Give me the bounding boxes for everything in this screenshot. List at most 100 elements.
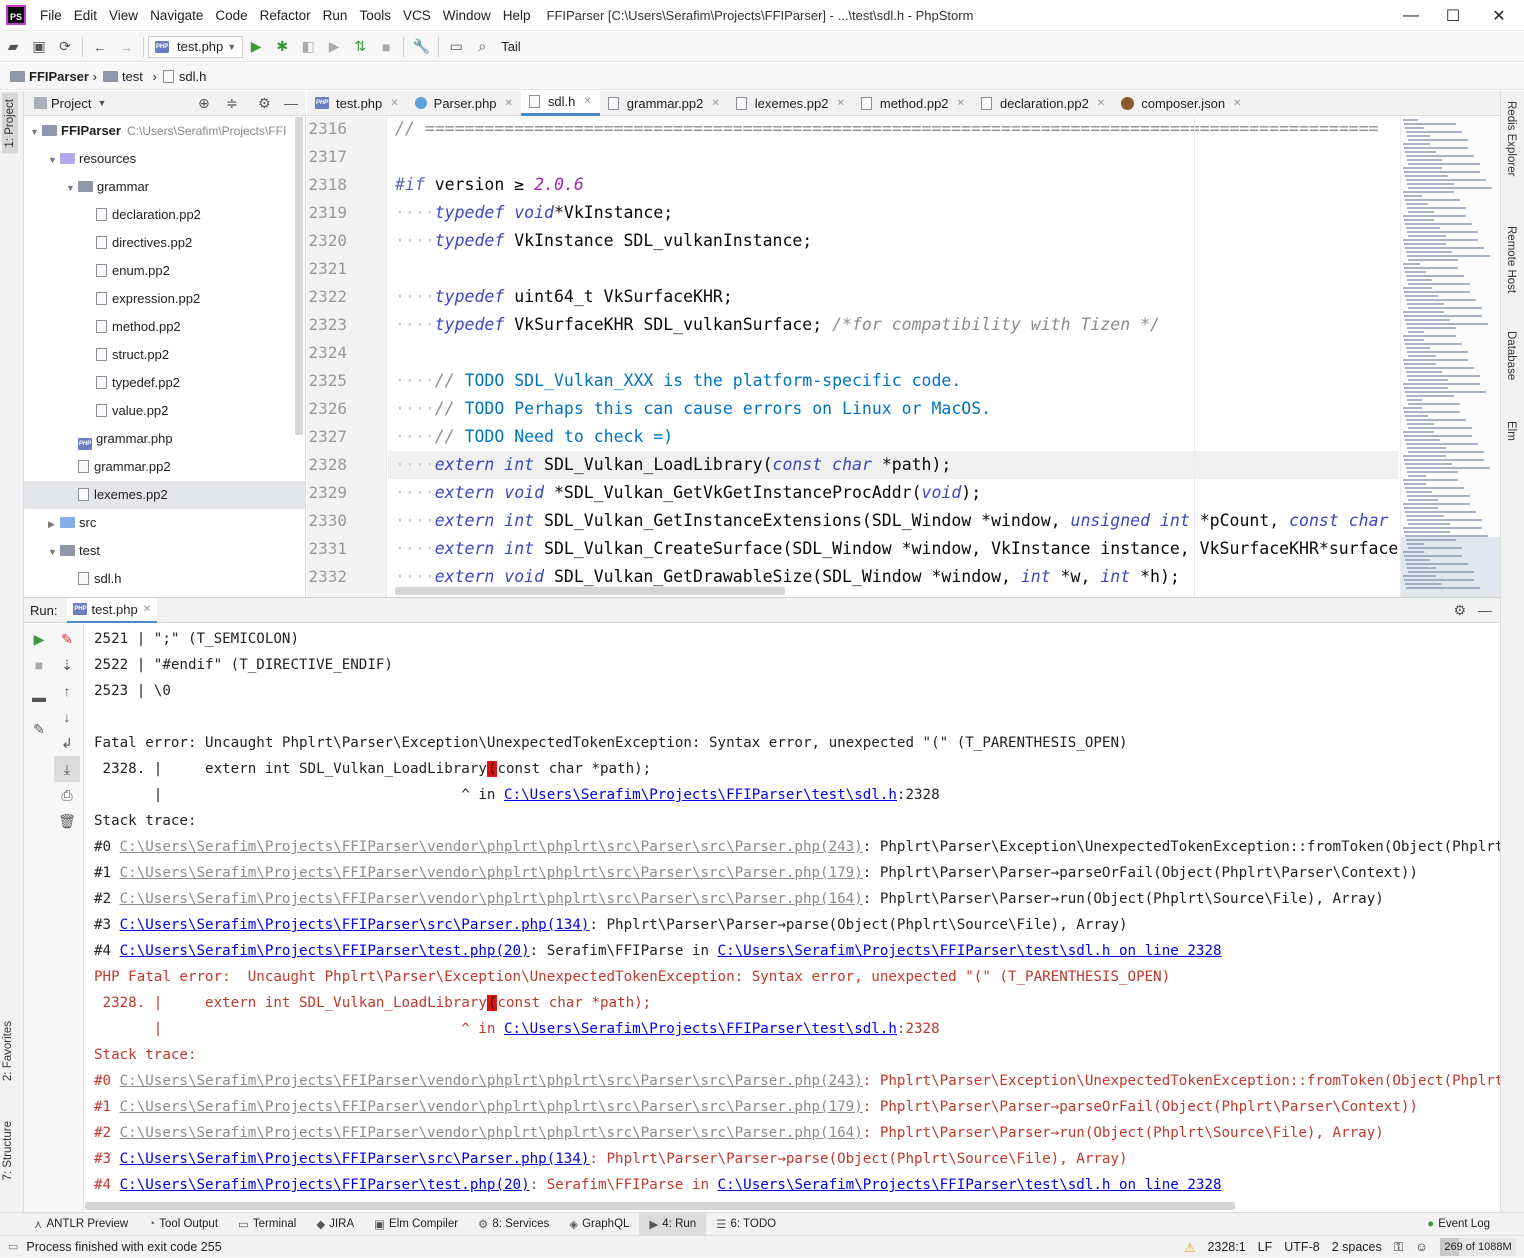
debug-icon[interactable]: ✱ [269, 34, 295, 60]
chevron-down-icon[interactable]: ▼ [48, 146, 60, 174]
tree-item[interactable]: sdl.h [24, 565, 305, 593]
sync-icon[interactable]: ⟳ [52, 34, 78, 60]
attach-icon[interactable]: ⇅ [347, 34, 373, 60]
tree-item[interactable]: PHP grammar.php [24, 425, 305, 453]
tree-item[interactable]: struct.pp2 [24, 341, 305, 369]
stop-icon[interactable]: ■ [26, 652, 52, 678]
console-link[interactable]: C:\Users\Serafim\Projects\FFIParser\test… [120, 943, 530, 959]
inspector-icon[interactable]: ☺ [1415, 1240, 1428, 1254]
console-link[interactable]: C:\Users\Serafim\Projects\FFIParser\test… [120, 1177, 530, 1193]
console-link[interactable]: C:\Users\Serafim\Projects\FFIParser\src\… [120, 1151, 590, 1167]
menu-item-tools[interactable]: Tools [353, 0, 397, 31]
tab-composer-json[interactable]: composer.json ✕ [1113, 91, 1249, 116]
tool-window-antlr-preview[interactable]: ⋏ ANTLR Preview [24, 1217, 138, 1231]
tab-run-test-php[interactable]: PHP test.php ✕ [67, 597, 158, 623]
tab-project[interactable]: 1: Project [2, 93, 18, 154]
menu-item-help[interactable]: Help [497, 0, 537, 31]
save-icon[interactable]: ▣ [26, 34, 52, 60]
run-configuration-select[interactable]: PHP test.php ▼ [148, 35, 244, 58]
console-link-library[interactable]: C:\Users\Serafim\Projects\FFIParser\vend… [120, 1099, 863, 1115]
tree-item[interactable]: ▼ grammar [24, 173, 305, 201]
close-tab-icon[interactable]: ✕ [1233, 98, 1241, 109]
tree-item[interactable]: ▶ src [24, 509, 305, 538]
tree-item[interactable]: enum.pp2 [24, 257, 305, 285]
chevron-right-icon[interactable]: ▶ [48, 510, 60, 538]
project-view-select[interactable]: Project [51, 96, 91, 111]
code-minimap[interactable] [1400, 117, 1500, 597]
breadcrumb-item-test[interactable]: test › [102, 69, 157, 84]
console-link[interactable]: C:\Users\Serafim\Projects\FFIParser\test… [504, 787, 897, 803]
pin-icon[interactable]: ✎ [26, 716, 52, 742]
tree-item[interactable]: ▼ FFIParser C:\Users\Serafim\Projects\FFI [24, 117, 305, 146]
console-link[interactable]: C:\Users\Serafim\Projects\FFIParser\test… [718, 1177, 1222, 1193]
close-button[interactable]: ✕ [1476, 0, 1522, 31]
back-icon[interactable]: ← [87, 34, 113, 60]
breadcrumb-item-file[interactable]: sdl.h [162, 69, 212, 84]
open-folder-icon[interactable]: ▰ [0, 34, 26, 60]
console-horizontal-scrollbar[interactable] [85, 1202, 1235, 1210]
tree-item[interactable]: directives.pp2 [24, 229, 305, 257]
menu-item-vcs[interactable]: VCS [397, 0, 437, 31]
tree-item[interactable]: method.pp2 [24, 313, 305, 341]
tab-method-pp2[interactable]: method.pp2 ✕ [853, 91, 973, 116]
event-log-button[interactable]: ● Event Log [1417, 1218, 1500, 1230]
hide-panel-icon[interactable]: — [1478, 602, 1492, 618]
tree-item[interactable]: lexemes.pp2 [24, 481, 305, 509]
tab-favorites[interactable]: 2: Favorites [2, 1021, 14, 1081]
locate-icon[interactable]: ⊕ [198, 95, 210, 112]
tool-window-graphql[interactable]: ◈ GraphQL [559, 1217, 639, 1231]
tree-item[interactable]: ▼ test [24, 537, 305, 565]
tab-database[interactable]: Database [1505, 331, 1517, 380]
tool-window-elm-compiler[interactable]: ▣ Elm Compiler [364, 1217, 468, 1231]
tab-grammar-pp2[interactable]: grammar.pp2 ✕ [600, 91, 728, 116]
tree-item[interactable]: ▼ resources [24, 145, 305, 174]
tab-parser-php[interactable]: Parser.php ✕ [407, 91, 521, 116]
tree-item[interactable]: typedef.pp2 [24, 369, 305, 397]
cursor-position[interactable]: 2328:1 [1207, 1240, 1245, 1254]
chevron-down-icon[interactable]: ▼ [30, 118, 42, 146]
terminal-icon[interactable]: ▭ [443, 34, 469, 60]
down-arrow-icon[interactable]: ↓ [54, 704, 80, 730]
tail-button[interactable]: Tail [501, 39, 521, 54]
chevron-down-icon[interactable]: ▼ [97, 98, 106, 108]
close-tab-icon[interactable]: ✕ [1097, 98, 1105, 109]
collapse-all-icon[interactable]: ≑ [226, 95, 238, 112]
warning-icon[interactable]: ⚠ [1184, 1240, 1195, 1255]
tab-sdl-h[interactable]: sdl.h ✕ [520, 90, 600, 116]
indent-setting[interactable]: 2 spaces [1332, 1240, 1382, 1254]
menu-item-file[interactable]: File [34, 0, 68, 31]
file-encoding[interactable]: UTF-8 [1284, 1240, 1319, 1254]
console-link-library[interactable]: C:\Users\Serafim\Projects\FFIParser\vend… [120, 839, 863, 855]
tool-window-4-run[interactable]: ▶ 4: Run [639, 1212, 707, 1236]
console-link[interactable]: C:\Users\Serafim\Projects\FFIParser\test… [504, 1021, 897, 1037]
tree-item[interactable]: grammar.pp2 [24, 453, 305, 481]
menu-item-navigate[interactable]: Navigate [144, 0, 209, 31]
soft-wrap-icon[interactable]: ↲ [54, 730, 80, 756]
menu-item-window[interactable]: Window [437, 0, 497, 31]
lock-icon[interactable]: ⚿ [1394, 1240, 1404, 1255]
menu-item-code[interactable]: Code [209, 0, 253, 31]
tool-window-6-todo[interactable]: ☰ 6: TODO [706, 1217, 786, 1231]
trash-icon[interactable]: 🗑 [54, 808, 80, 834]
gear-icon[interactable]: ⚙ [1453, 602, 1466, 619]
maximize-button[interactable]: ☐ [1430, 0, 1476, 31]
console-link-library[interactable]: C:\Users\Serafim\Projects\FFIParser\vend… [120, 865, 863, 881]
menu-item-run[interactable]: Run [317, 0, 354, 31]
tree-scrollbar[interactable] [295, 117, 303, 435]
editor-horizontal-scrollbar[interactable] [395, 587, 785, 595]
tool-window-terminal[interactable]: ▭ Terminal [228, 1217, 306, 1231]
menu-item-edit[interactable]: Edit [68, 0, 103, 31]
tab-redis-explorer[interactable]: Redis Explorer [1505, 101, 1517, 176]
close-tab-icon[interactable]: ✕ [583, 96, 591, 107]
menu-item-refactor[interactable]: Refactor [254, 0, 317, 31]
close-tab-icon[interactable]: ✕ [957, 98, 965, 109]
print-icon[interactable]: ⎙ [54, 782, 80, 808]
minimize-button[interactable]: — [1388, 0, 1434, 31]
forward-icon[interactable]: → [113, 34, 139, 60]
close-tab-icon[interactable]: ✕ [836, 98, 844, 109]
menu-item-view[interactable]: View [103, 0, 144, 31]
hide-panel-icon[interactable]: — [284, 95, 298, 111]
tree-item[interactable]: declaration.pp2 [24, 201, 305, 229]
search-icon[interactable]: ⌕ [469, 34, 495, 60]
up-arrow-icon[interactable]: ↑ [54, 678, 80, 704]
